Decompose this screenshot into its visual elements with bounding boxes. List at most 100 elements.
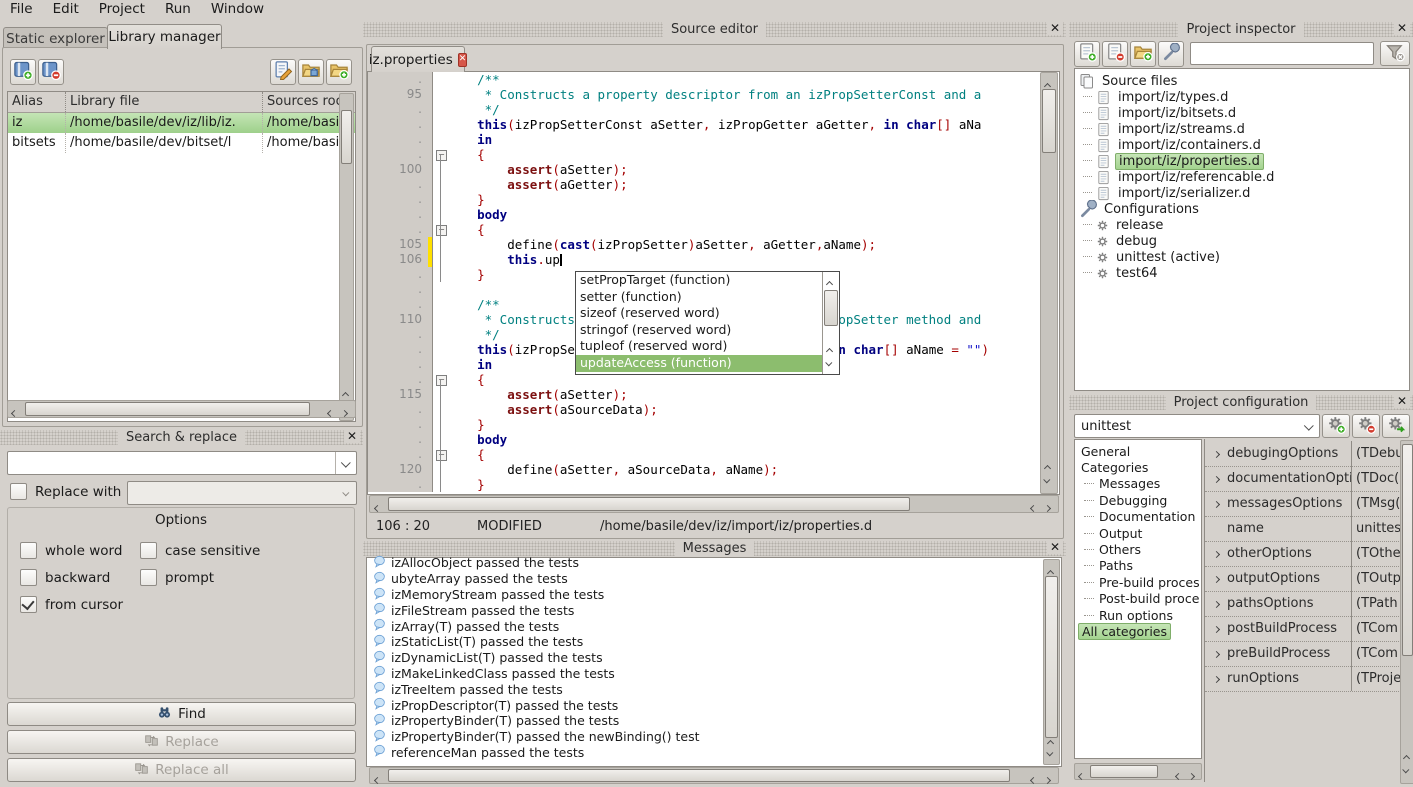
close-icon[interactable]: ✕ bbox=[1394, 21, 1410, 35]
column-header-alias[interactable]: Alias bbox=[8, 92, 66, 112]
add-source-folder-button[interactable] bbox=[1130, 41, 1156, 67]
backward-checkbox[interactable] bbox=[20, 569, 37, 586]
replace-with-checkbox[interactable] bbox=[10, 483, 27, 500]
whole-word-checkbox[interactable] bbox=[20, 542, 37, 559]
search-term-combobox[interactable] bbox=[7, 451, 357, 475]
add-library-folder-button[interactable] bbox=[326, 59, 352, 85]
tab-library-manager[interactable]: Library manager bbox=[107, 24, 222, 49]
editor-hscrollbar[interactable] bbox=[369, 495, 1059, 513]
case-sensitive-checkbox[interactable] bbox=[140, 542, 157, 559]
tree-item-import-iz-properties-d[interactable]: import/iz/properties.d bbox=[1079, 153, 1409, 169]
column-header-sources-root[interactable]: Sources root bbox=[263, 92, 342, 112]
close-icon[interactable]: ✕ bbox=[344, 429, 360, 443]
completion-item[interactable]: updateAccess (function) bbox=[576, 355, 822, 372]
message-row[interactable]: ubyteArray passed the tests bbox=[367, 571, 1061, 587]
tab-close-icon[interactable]: ✕ bbox=[458, 53, 468, 67]
filter-button[interactable] bbox=[1380, 41, 1410, 66]
category-output[interactable]: Output bbox=[1078, 525, 1201, 541]
menu-item-window[interactable]: Window bbox=[201, 0, 274, 18]
message-row[interactable]: izFileStream passed the tests bbox=[367, 602, 1061, 618]
sync-configuration-button[interactable] bbox=[1382, 414, 1410, 438]
scroll-right-icon[interactable] bbox=[1189, 768, 1194, 783]
message-row[interactable]: izPropDescriptor(T) passed the tests bbox=[367, 697, 1061, 713]
category-others[interactable]: Others bbox=[1078, 541, 1201, 557]
add-source-button[interactable] bbox=[1074, 41, 1100, 67]
message-row[interactable]: izDynamicList(T) passed the tests bbox=[367, 650, 1061, 666]
open-library-sources-button[interactable] bbox=[298, 59, 324, 85]
inspector-filter-input[interactable] bbox=[1190, 42, 1374, 65]
scroll-left2-icon[interactable] bbox=[1031, 772, 1036, 787]
editor-tab-iz-properties[interactable]: iz.properties ✕ bbox=[371, 46, 465, 72]
editor-vscroll-thumb[interactable] bbox=[1042, 89, 1056, 153]
scroll-left-icon[interactable] bbox=[12, 405, 17, 420]
scroll-left2-icon[interactable] bbox=[328, 405, 333, 420]
messages-hscrollbar[interactable] bbox=[369, 767, 1059, 784]
remove-source-button[interactable] bbox=[1102, 41, 1128, 67]
category-documentation[interactable]: Documentation bbox=[1078, 509, 1201, 525]
fold-collapse-icon[interactable]: − bbox=[436, 375, 447, 386]
library-table-hscrollbar[interactable] bbox=[7, 400, 356, 418]
property-row-messagesOptions[interactable]: messagesOptions(TMsg( bbox=[1205, 491, 1401, 517]
category-debugging[interactable]: Debugging bbox=[1078, 492, 1201, 508]
editor-fold-margin[interactable]: −−−− bbox=[432, 72, 447, 492]
message-row[interactable]: izArray(T) passed the tests bbox=[367, 618, 1061, 634]
category-all-categories[interactable]: All categories bbox=[1078, 623, 1201, 639]
fold-collapse-icon[interactable]: − bbox=[436, 150, 447, 161]
property-grid-vscrollbar[interactable] bbox=[1400, 440, 1413, 784]
editor-vscrollbar[interactable] bbox=[1040, 72, 1058, 494]
library-table-hscroll-thumb[interactable] bbox=[25, 402, 310, 416]
expander-icon[interactable] bbox=[1205, 671, 1227, 686]
completion-item[interactable]: setter (function) bbox=[576, 289, 822, 306]
expander-icon[interactable] bbox=[1205, 546, 1227, 561]
replace-button[interactable]: Replace bbox=[7, 730, 356, 754]
category-messages[interactable]: Messages bbox=[1078, 476, 1201, 492]
completion-vscrollbar[interactable] bbox=[822, 272, 839, 374]
scroll-left-icon[interactable] bbox=[1079, 768, 1084, 783]
table-row[interactable]: iz/home/basile/dev/iz/lib/iz./home/basil… bbox=[8, 113, 355, 133]
tree-item-source-files[interactable]: Source files bbox=[1079, 73, 1409, 89]
message-row[interactable]: izMakeLinkedClass passed the tests bbox=[367, 666, 1061, 682]
property-row-pathsOptions[interactable]: pathsOptions(TPath bbox=[1205, 591, 1401, 617]
tree-item-import-iz-streams-d[interactable]: import/iz/streams.d bbox=[1079, 121, 1409, 137]
scroll-right-icon[interactable] bbox=[1045, 500, 1050, 515]
menu-item-project[interactable]: Project bbox=[89, 0, 155, 18]
message-row[interactable]: izPropertyBinder(T) passed the tests bbox=[367, 713, 1061, 729]
remove-library-button[interactable] bbox=[38, 59, 64, 85]
expander-icon[interactable] bbox=[1205, 621, 1227, 636]
scroll-right-icon[interactable] bbox=[342, 405, 347, 420]
messages-vscroll-thumb[interactable] bbox=[1045, 576, 1058, 738]
find-button[interactable]: Find bbox=[7, 702, 356, 726]
tree-item-import-iz-referencable-d[interactable]: import/iz/referencable.d bbox=[1079, 169, 1409, 185]
menu-item-run[interactable]: Run bbox=[155, 0, 201, 18]
category-pre-build-proces[interactable]: Pre-build proces bbox=[1078, 574, 1201, 590]
property-grid-vscroll-thumb[interactable] bbox=[1402, 444, 1413, 656]
replace-combo-dropdown-icon[interactable] bbox=[336, 482, 356, 504]
expander-icon[interactable] bbox=[1205, 496, 1227, 511]
message-row[interactable]: izTreeItem passed the tests bbox=[367, 681, 1061, 697]
completion-item[interactable]: tupleof (reserved word) bbox=[576, 338, 822, 355]
editor-hscroll-thumb[interactable] bbox=[388, 497, 910, 511]
add-library-button[interactable] bbox=[10, 59, 36, 85]
property-row-documentationOpti[interactable]: documentationOpti(TDoc( bbox=[1205, 466, 1401, 492]
completion-item[interactable]: sizeof (reserved word) bbox=[576, 305, 822, 322]
configuration-dropdown-icon[interactable] bbox=[1299, 415, 1319, 437]
category-paths[interactable]: Paths bbox=[1078, 558, 1201, 574]
scroll-down-icon[interactable] bbox=[1045, 472, 1050, 487]
prompt-checkbox[interactable] bbox=[140, 569, 157, 586]
configuration-selector[interactable]: unittest bbox=[1074, 414, 1320, 438]
categories-hscroll-thumb[interactable] bbox=[1090, 765, 1158, 778]
message-row[interactable]: izMemoryStream passed the tests bbox=[367, 587, 1061, 603]
category-run-options[interactable]: Run options bbox=[1078, 607, 1201, 623]
scroll-left2-icon[interactable] bbox=[1031, 500, 1036, 515]
completion-item[interactable]: stringof (reserved word) bbox=[576, 322, 822, 339]
from-cursor-checkbox[interactable] bbox=[20, 596, 37, 613]
tree-item-import-iz-bitsets-d[interactable]: import/iz/bitsets.d bbox=[1079, 105, 1409, 121]
completion-item[interactable]: setPropTarget (function) bbox=[576, 272, 822, 289]
scroll-right-icon[interactable] bbox=[1045, 772, 1050, 787]
scroll-down-icon[interactable] bbox=[1404, 762, 1409, 777]
property-row-otherOptions[interactable]: otherOptions(TOthe bbox=[1205, 541, 1401, 567]
add-configuration-button[interactable] bbox=[1158, 41, 1184, 67]
message-row[interactable]: izStaticList(T) passed the tests bbox=[367, 634, 1061, 650]
expander-icon[interactable] bbox=[1205, 596, 1227, 611]
category-categories[interactable]: Categories bbox=[1078, 459, 1201, 475]
